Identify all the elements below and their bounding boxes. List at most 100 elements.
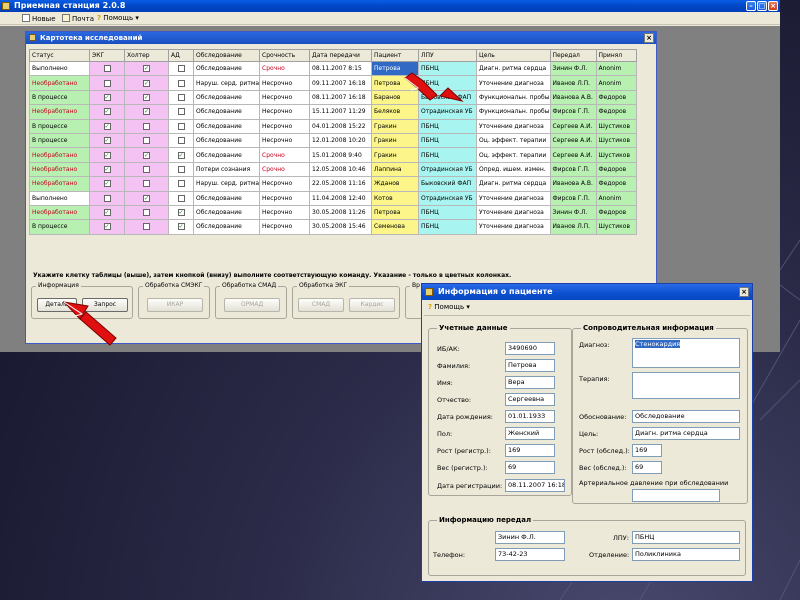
checkbox[interactable]: ✓ (177, 151, 185, 159)
table-row[interactable]: Необработано ✓ ✓ Обследование Несрочно 30.05.… (29, 204, 637, 221)
account-field-input[interactable]: Женский (505, 427, 555, 440)
cell-status[interactable]: В процессе (29, 219, 90, 235)
checkbox[interactable] (177, 108, 185, 116)
col-header[interactable]: Принял (595, 49, 637, 62)
cell-sent-by[interactable]: Зинин Ф.Л. (549, 60, 597, 77)
cell-lpu[interactable]: Отрадинская УБ (418, 190, 478, 206)
cardis-button[interactable]: Кардис (349, 298, 395, 312)
cell-ekg[interactable] (89, 75, 125, 91)
cell-sent-by[interactable]: Сергеев А.И. (549, 147, 597, 163)
cell-date[interactable]: 30.05.2008 15:46 (309, 219, 373, 235)
checkbox[interactable]: ✓ (103, 209, 111, 217)
col-header[interactable]: Дата передачи (309, 49, 373, 62)
cell-urgency[interactable]: Несрочно (259, 190, 311, 206)
cell-goal[interactable]: Уточнение диагноза (476, 118, 551, 134)
cell-status[interactable]: Необработано (29, 147, 90, 163)
cell-goal[interactable]: Уточнение диагноза (476, 75, 551, 91)
cell-date[interactable]: 11.04.2008 12:40 (309, 190, 373, 206)
cell-received-by[interactable]: Федоров (595, 176, 637, 192)
checkbox[interactable] (103, 79, 111, 87)
cell-received-by[interactable]: Федоров (595, 89, 637, 106)
checkbox[interactable]: ✓ (143, 108, 150, 116)
checkbox[interactable]: ✓ (143, 93, 150, 101)
department-field[interactable]: Поликлиника (632, 548, 740, 561)
cell-holter[interactable] (124, 204, 169, 221)
cell-lpu[interactable]: Быковский ФАП (418, 176, 478, 192)
table-row[interactable]: Необработано ✓ Наруш. серд. ритма Несрочно 0… (29, 75, 637, 91)
cell-holter[interactable]: ✓ (124, 75, 169, 91)
cell-patient[interactable]: Лаппина (371, 161, 420, 178)
cell-ekg[interactable]: ✓ (89, 104, 125, 120)
cell-goal[interactable]: Оц. эффект. терапии (476, 132, 551, 149)
accomp-field-input[interactable]: Обследование (632, 410, 740, 423)
cell-holter[interactable]: ✓ (124, 60, 169, 77)
cell-ekg[interactable]: ✓ (89, 118, 125, 134)
cell-sent-by[interactable]: Сергеев А.И. (549, 118, 597, 134)
cell-ad[interactable] (168, 176, 194, 192)
cell-holter[interactable] (124, 161, 169, 178)
checkbox[interactable] (177, 165, 185, 173)
ormad-button[interactable]: ОРМАД (224, 298, 280, 312)
checkbox[interactable] (143, 137, 150, 145)
checkbox[interactable] (143, 223, 150, 231)
cell-goal[interactable]: Диагн. ритма сердца (476, 60, 551, 77)
cell-status[interactable]: Необработано (29, 176, 90, 192)
account-field-input[interactable]: 169 (505, 444, 555, 457)
cell-ekg[interactable]: ✓ (89, 161, 125, 178)
checkbox[interactable] (103, 65, 111, 73)
cell-exam[interactable]: Наруш. серд. ритма (192, 75, 261, 91)
cell-ad[interactable] (168, 104, 194, 120)
smad-button[interactable]: СМАД (298, 298, 344, 312)
cell-received-by[interactable]: Anonim (595, 190, 637, 206)
cell-holter[interactable]: ✓ (124, 89, 169, 106)
cell-ad[interactable] (168, 75, 194, 91)
col-header[interactable]: Обследование (192, 49, 261, 62)
cell-urgency[interactable]: Несрочно (259, 176, 311, 192)
table-row[interactable]: В процессе ✓ Обследование Несрочно 12.01.200… (29, 132, 637, 149)
cell-goal[interactable]: Уточнение диагноза (476, 190, 551, 206)
cell-lpu[interactable]: Отрадинская УБ (418, 104, 478, 120)
cell-received-by[interactable]: Шустиков (595, 147, 637, 163)
cell-lpu[interactable]: ПБНЦ (418, 132, 478, 149)
cell-date[interactable]: 04.01.2008 15:22 (309, 118, 373, 134)
cell-urgency[interactable]: Срочно (259, 147, 311, 163)
cell-exam[interactable]: Обследование (192, 204, 261, 221)
cell-exam[interactable]: Обследование (192, 104, 261, 120)
account-field-input[interactable]: Сергеевна (505, 393, 555, 406)
cell-exam[interactable]: Обследование (192, 132, 261, 149)
checkbox[interactable]: ✓ (103, 122, 111, 130)
table-row[interactable]: Выполнено ✓ Обследование Срочно 08.11.2007 8… (29, 60, 637, 77)
cell-sent-by[interactable]: Сергеев А.И. (549, 132, 597, 149)
checkbox[interactable]: ✓ (103, 165, 111, 173)
cell-urgency[interactable]: Несрочно (259, 132, 311, 149)
cell-ekg[interactable] (89, 190, 125, 206)
cell-date[interactable]: 30.05.2008 11:26 (309, 204, 373, 221)
request-button[interactable]: Запрос (82, 298, 128, 312)
checkbox[interactable]: ✓ (143, 79, 150, 87)
cell-patient[interactable]: Котов (371, 190, 420, 206)
ikar-button[interactable]: ИКАР (147, 298, 203, 312)
cell-ad[interactable] (168, 118, 194, 134)
checkbox[interactable]: ✓ (103, 93, 111, 101)
cell-ekg[interactable]: ✓ (89, 176, 125, 192)
cell-holter[interactable]: ✓ (124, 147, 169, 163)
checkbox[interactable]: ✓ (177, 223, 185, 231)
menu-mail[interactable]: Почта (62, 14, 94, 24)
cell-lpu[interactable]: ПБНЦ (418, 204, 478, 221)
cell-patient[interactable]: Петрова (371, 75, 420, 91)
maximize-button[interactable]: □ (757, 1, 767, 11)
cell-holter[interactable]: ✓ (124, 104, 169, 120)
cell-ad[interactable] (168, 89, 194, 106)
cell-patient[interactable]: Гракин (371, 118, 420, 134)
account-field-input[interactable]: 08.11.2007 16:18 (505, 479, 565, 492)
cell-date[interactable]: 12.05.2008 10:46 (309, 161, 373, 178)
checkbox[interactable] (143, 209, 150, 217)
cell-patient[interactable]: Гракин (371, 132, 420, 149)
cell-urgency[interactable]: Несрочно (259, 104, 311, 120)
table-row[interactable]: Выполнено ✓ Обследование Несрочно 11.04.2008… (29, 190, 637, 206)
accomp-field-input[interactable]: 69 (632, 461, 662, 474)
cell-date[interactable]: 12.01.2008 10:20 (309, 132, 373, 149)
cell-holter[interactable] (124, 132, 169, 149)
col-header[interactable]: АД (168, 49, 194, 62)
cell-sent-by[interactable]: Иванов Л.П. (549, 75, 597, 91)
